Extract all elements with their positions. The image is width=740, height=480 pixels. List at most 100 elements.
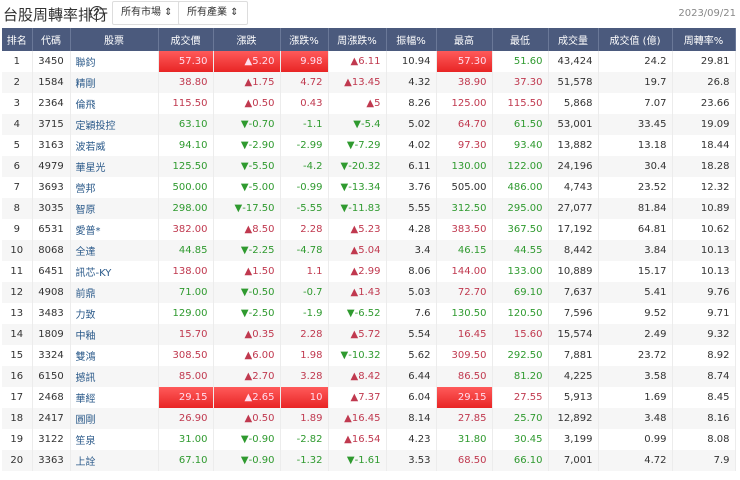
cell-code[interactable]: 2364 — [32, 93, 71, 114]
cell-code[interactable]: 4908 — [32, 282, 71, 303]
table-row[interactable]: 18 2417 圓剛 26.90 ▲0.50 1.89 ▲16.45 8.14 27.85 25.… — [2, 408, 736, 429]
cell-stock[interactable]: 全達 — [70, 240, 159, 261]
table-row[interactable]: 3 2364 倫飛 115.50 ▲0.50 0.43 ▲5 8.26 125.00 115.50… — [2, 93, 736, 114]
cell-stock[interactable]: 訊芯-KY — [70, 261, 159, 282]
cell-stock[interactable]: 前鼎 — [70, 282, 159, 303]
table-row[interactable]: 17 2468 華經 29.15 ▲2.65 10 ▲7.37 6.04 29.15 27.55 5… — [2, 387, 736, 408]
down-arrow-icon: ▼ — [346, 308, 355, 319]
table-row[interactable]: 20 3363 上詮 67.10 ▼-0.90 -1.32 ▼-1.61 3.53 68.50 6… — [2, 450, 736, 471]
cell-low: 15.60 — [492, 324, 549, 345]
column-header-volume[interactable]: 成交量 — [548, 28, 599, 51]
cell-code[interactable]: 3122 — [32, 429, 71, 450]
cell-code[interactable]: 3715 — [32, 114, 71, 135]
cell-change: ▲1.50 — [213, 261, 281, 282]
cell-code[interactable]: 3363 — [32, 450, 71, 471]
cell-value: 1.1 — [306, 266, 323, 277]
cell-stock[interactable]: 笙泉 — [70, 429, 159, 450]
cell-value: 29.15 — [457, 392, 487, 403]
cell-code[interactable]: 8068 — [32, 240, 71, 261]
table-row[interactable]: 13 3483 力致 129.00 ▼-2.50 -1.9 ▼-6.52 7.6 130.50 1… — [2, 303, 736, 324]
cell-value: 505.00 — [451, 182, 487, 193]
cell-code[interactable]: 3163 — [32, 135, 71, 156]
cell-stock[interactable]: 倫飛 — [70, 93, 159, 114]
market-select[interactable]: 所有市場 ⇕ — [112, 1, 182, 25]
table-row[interactable]: 6 4979 華星光 125.50 ▼-5.50 -4.2 ▼-20.32 6.11 130.0… — [2, 156, 736, 177]
cell-stock[interactable]: 力致 — [70, 303, 159, 324]
cell-value: 382.00 — [172, 224, 208, 235]
cell-code[interactable]: 6531 — [32, 219, 71, 240]
cell-stock[interactable]: 華經 — [70, 387, 159, 408]
cell-stock[interactable]: 波若威 — [70, 135, 159, 156]
cell-value: 7.6 — [414, 308, 431, 319]
cell-stock[interactable]: 雙鴻 — [70, 345, 159, 366]
table-row[interactable]: 10 8068 全達 44.85 ▼-2.25 -4.78 ▲5.04 3.4 46.15 44.… — [2, 240, 736, 261]
column-header-amplitude[interactable]: 振幅% — [386, 28, 437, 51]
cell-volume: 7,596 — [548, 303, 599, 324]
help-icon[interactable]: ? — [90, 6, 104, 20]
cell-code[interactable]: 2417 — [32, 408, 71, 429]
cell-week-change-pct: ▼-11.83 — [328, 198, 387, 219]
cell-value: 14 — [10, 329, 24, 340]
column-header-change[interactable]: 漲跌 — [213, 28, 281, 51]
column-header-week-change-pct[interactable]: 周漲跌% — [328, 28, 387, 51]
table-row[interactable]: 5 3163 波若威 94.10 ▼-2.90 -2.99 ▼-7.29 4.02 97.30 9… — [2, 135, 736, 156]
cell-stock[interactable]: 聯鈞 — [70, 51, 159, 72]
cell-code[interactable]: 3324 — [32, 345, 71, 366]
cell-stock[interactable]: 智原 — [70, 198, 159, 219]
cell-stock[interactable]: 撼訊 — [70, 366, 159, 387]
table-row[interactable]: 15 3324 雙鴻 308.50 ▲6.00 1.98 ▼-10.32 5.62 309.50… — [2, 345, 736, 366]
cell-stock[interactable]: 愛普* — [70, 219, 159, 240]
table-row[interactable]: 11 6451 訊芯-KY 138.00 ▲1.50 1.1 ▲2.99 8.06 144.00… — [2, 261, 736, 282]
table-row[interactable]: 9 6531 愛普* 382.00 ▲8.50 2.28 ▲5.23 4.28 383.50 36… — [2, 219, 736, 240]
cell-stock[interactable]: 精剛 — [70, 72, 159, 93]
column-header-rank[interactable]: 排名 — [2, 28, 33, 51]
table-row[interactable]: 16 6150 撼訊 85.00 ▲2.70 3.28 ▲8.42 6.44 86.50 81.2… — [2, 366, 736, 387]
table-row[interactable]: 1 3450 聯鈞 57.30 ▲5.20 9.98 ▲6.11 10.94 57.30 51.6… — [2, 51, 736, 72]
cell-code[interactable]: 3035 — [32, 198, 71, 219]
cell-code[interactable]: 3450 — [32, 51, 71, 72]
column-header-change-pct[interactable]: 漲跌% — [280, 28, 329, 51]
cell-value: 華經 — [75, 394, 96, 405]
column-header-high[interactable]: 最高 — [436, 28, 493, 51]
column-header-code[interactable]: 代碼 — [32, 28, 71, 51]
cell-stock[interactable]: 中釉 — [70, 324, 159, 345]
table-row[interactable]: 8 3035 智原 298.00 ▼-17.50 -5.55 ▼-11.83 5.55 312.… — [2, 198, 736, 219]
cell-stock[interactable]: 定穎投控 — [70, 114, 159, 135]
cell-value: 波若威 — [75, 142, 106, 153]
cell-stock[interactable]: 上詮 — [70, 450, 159, 471]
table-row[interactable]: 19 3122 笙泉 31.00 ▼-0.90 -2.82 ▲16.54 4.23 31.80 3… — [2, 429, 736, 450]
column-header-low[interactable]: 最低 — [492, 28, 549, 51]
cell-volume: 4,743 — [548, 177, 599, 198]
column-header-value[interactable]: 成交值 (億) — [598, 28, 673, 51]
industry-select[interactable]: 所有產業 ⇕ — [178, 1, 248, 25]
cell-code[interactable]: 3483 — [32, 303, 71, 324]
table-row[interactable]: 12 4908 前鼎 71.00 ▼-0.50 -0.7 ▲1.43 5.03 72.70 69.… — [2, 282, 736, 303]
cell-volume: 7,881 — [548, 345, 599, 366]
column-header-stock[interactable]: 股票 — [70, 28, 159, 51]
table-row[interactable]: 2 1584 精剛 38.80 ▲1.75 4.72 ▲13.45 4.32 38.90 37.3… — [2, 72, 736, 93]
table-row[interactable]: 14 1809 中釉 15.70 ▲0.35 2.28 ▲5.72 5.54 16.45 15.6… — [2, 324, 736, 345]
cell-value: 125.50 — [172, 161, 208, 172]
cell-code[interactable]: 6451 — [32, 261, 71, 282]
cell-stock[interactable]: 華星光 — [70, 156, 159, 177]
cell-code[interactable]: 1809 — [32, 324, 71, 345]
cell-code[interactable]: 4979 — [32, 156, 71, 177]
table-row[interactable]: 7 3693 營邦 500.00 ▼-5.00 -0.99 ▼-13.34 3.76 505.0… — [2, 177, 736, 198]
cell-week-change-pct: ▼-5.4 — [328, 114, 387, 135]
down-arrow-icon: ▼ — [240, 182, 249, 193]
cell-stock[interactable]: 營邦 — [70, 177, 159, 198]
cell-value: 力致 — [75, 310, 96, 321]
cell-code[interactable]: 6150 — [32, 366, 71, 387]
cell-stock[interactable]: 圓剛 — [70, 408, 159, 429]
cell-value: 0.43 — [300, 98, 323, 109]
cell-amplitude: 7.6 — [386, 303, 437, 324]
cell-value: 23.72 — [637, 350, 667, 361]
column-header-price[interactable]: 成交價 — [158, 28, 214, 51]
column-header-turnover[interactable]: 周轉率% — [672, 28, 736, 51]
cell-code[interactable]: 1584 — [32, 72, 71, 93]
cell-change: ▼-0.50 — [213, 282, 281, 303]
table-row[interactable]: 4 3715 定穎投控 63.10 ▼-0.70 -1.1 ▼-5.4 5.02 64.70 61… — [2, 114, 736, 135]
cell-code[interactable]: 3693 — [32, 177, 71, 198]
cell-code[interactable]: 2468 — [32, 387, 71, 408]
cell-rank: 17 — [2, 387, 33, 408]
